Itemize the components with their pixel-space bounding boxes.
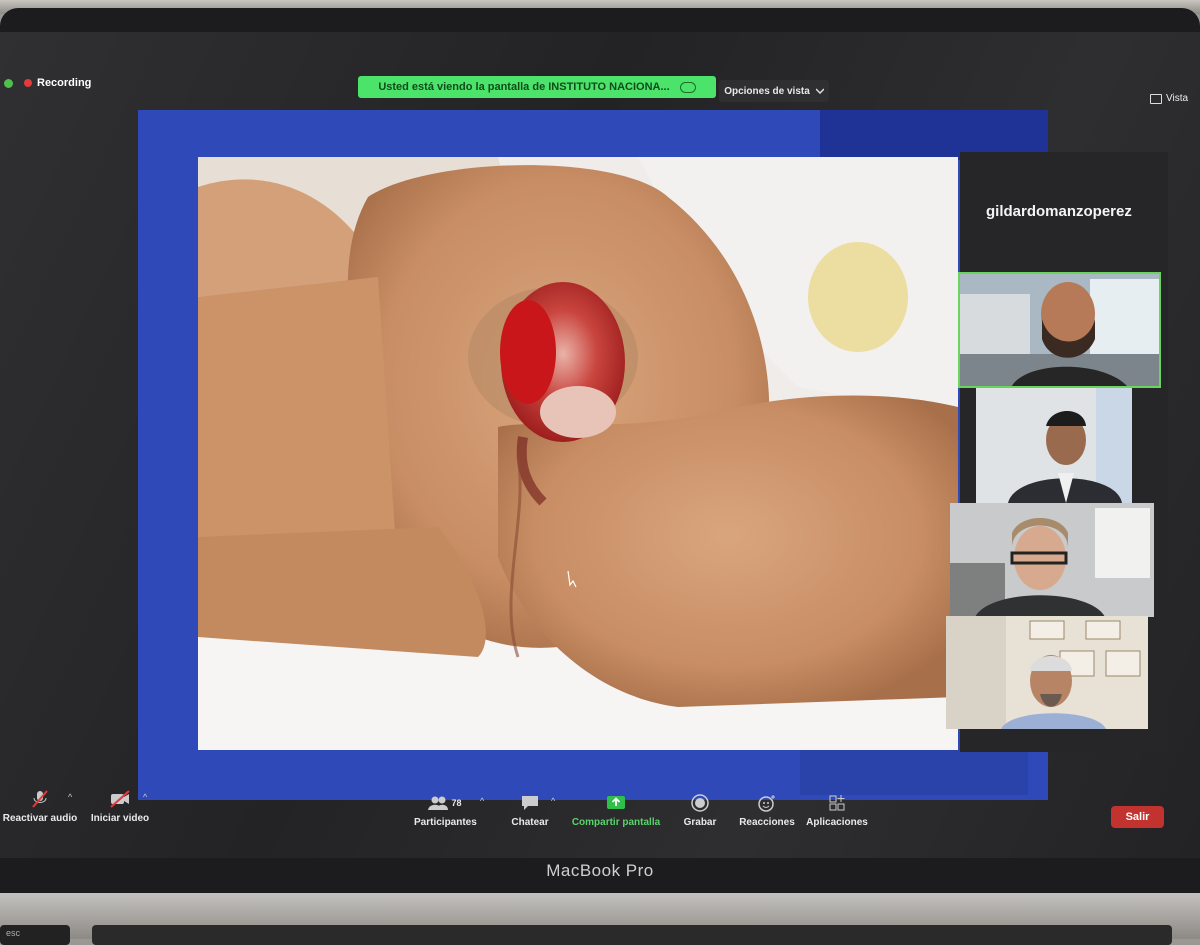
video-camera-muted-icon [110, 790, 130, 808]
start-video-label: Iniciar video [90, 813, 150, 824]
record-button[interactable]: Grabar [680, 794, 720, 828]
laptop-model-label: MacBook Pro [546, 861, 654, 880]
share-banner-text: Usted está viendo la pantalla de INSTITU… [378, 81, 670, 93]
share-screen-icon [607, 796, 625, 809]
record-label: Grabar [683, 817, 717, 828]
unmute-audio-button[interactable]: Reactivar audio [2, 790, 78, 824]
recording-label: Recording [37, 77, 92, 89]
recording-dot-icon [24, 79, 32, 87]
view-button-label: Vista [1166, 93, 1189, 104]
microphone-muted-icon [32, 790, 48, 808]
participants-button[interactable]: 78 Participantes [414, 794, 477, 828]
participants-options-chevron-icon[interactable]: ^ [480, 796, 484, 806]
participant-video-tile[interactable] [976, 388, 1132, 503]
share-screen-label: Compartir pantalla [571, 817, 661, 828]
participants-count: 78 [451, 798, 462, 808]
recording-indicator: Recording [4, 77, 91, 89]
chevron-down-icon [815, 88, 824, 94]
participants-icon [428, 796, 449, 810]
apps-icon [829, 795, 845, 811]
function-key-row [92, 925, 1172, 945]
participant-video-tile[interactable] [958, 272, 1161, 388]
share-screen-button[interactable]: Compartir pantalla [570, 794, 662, 828]
chat-button[interactable]: Chatear [508, 794, 552, 828]
cloud-icon [679, 81, 696, 93]
leave-meeting-button[interactable]: Salir [1111, 806, 1164, 828]
apps-label: Aplicaciones [806, 817, 868, 828]
security-icon[interactable] [4, 78, 13, 88]
esc-key: esc [0, 925, 70, 945]
view-options-label: Opciones de vista [724, 85, 810, 97]
view-options-button[interactable]: Opciones de vista [719, 80, 829, 102]
start-video-button[interactable]: Iniciar video [90, 790, 150, 824]
reaction-smiley-icon [758, 795, 775, 812]
reactions-button[interactable]: Reacciones [738, 794, 796, 828]
participants-label: Participantes [414, 817, 477, 828]
audio-options-chevron-icon[interactable]: ^ [68, 792, 72, 802]
clinical-photo [198, 157, 958, 750]
participant-video-tile[interactable] [946, 616, 1148, 729]
grid-icon [1150, 93, 1162, 104]
video-options-chevron-icon[interactable]: ^ [143, 792, 147, 802]
record-icon [691, 794, 709, 812]
chat-options-chevron-icon[interactable]: ^ [551, 796, 555, 806]
apps-button[interactable]: Aplicaciones [805, 794, 869, 828]
screen-share-banner: Usted está viendo la pantalla de INSTITU… [358, 76, 716, 98]
chat-label: Chatear [511, 817, 549, 828]
participant-video-tile[interactable] [950, 503, 1154, 617]
reactions-label: Reacciones [739, 817, 795, 828]
active-speaker-name: gildardomanzoperez [986, 203, 1132, 220]
view-button[interactable]: Vista [1150, 93, 1188, 104]
unmute-audio-label: Reactivar audio [2, 813, 78, 824]
chat-icon [522, 796, 538, 810]
